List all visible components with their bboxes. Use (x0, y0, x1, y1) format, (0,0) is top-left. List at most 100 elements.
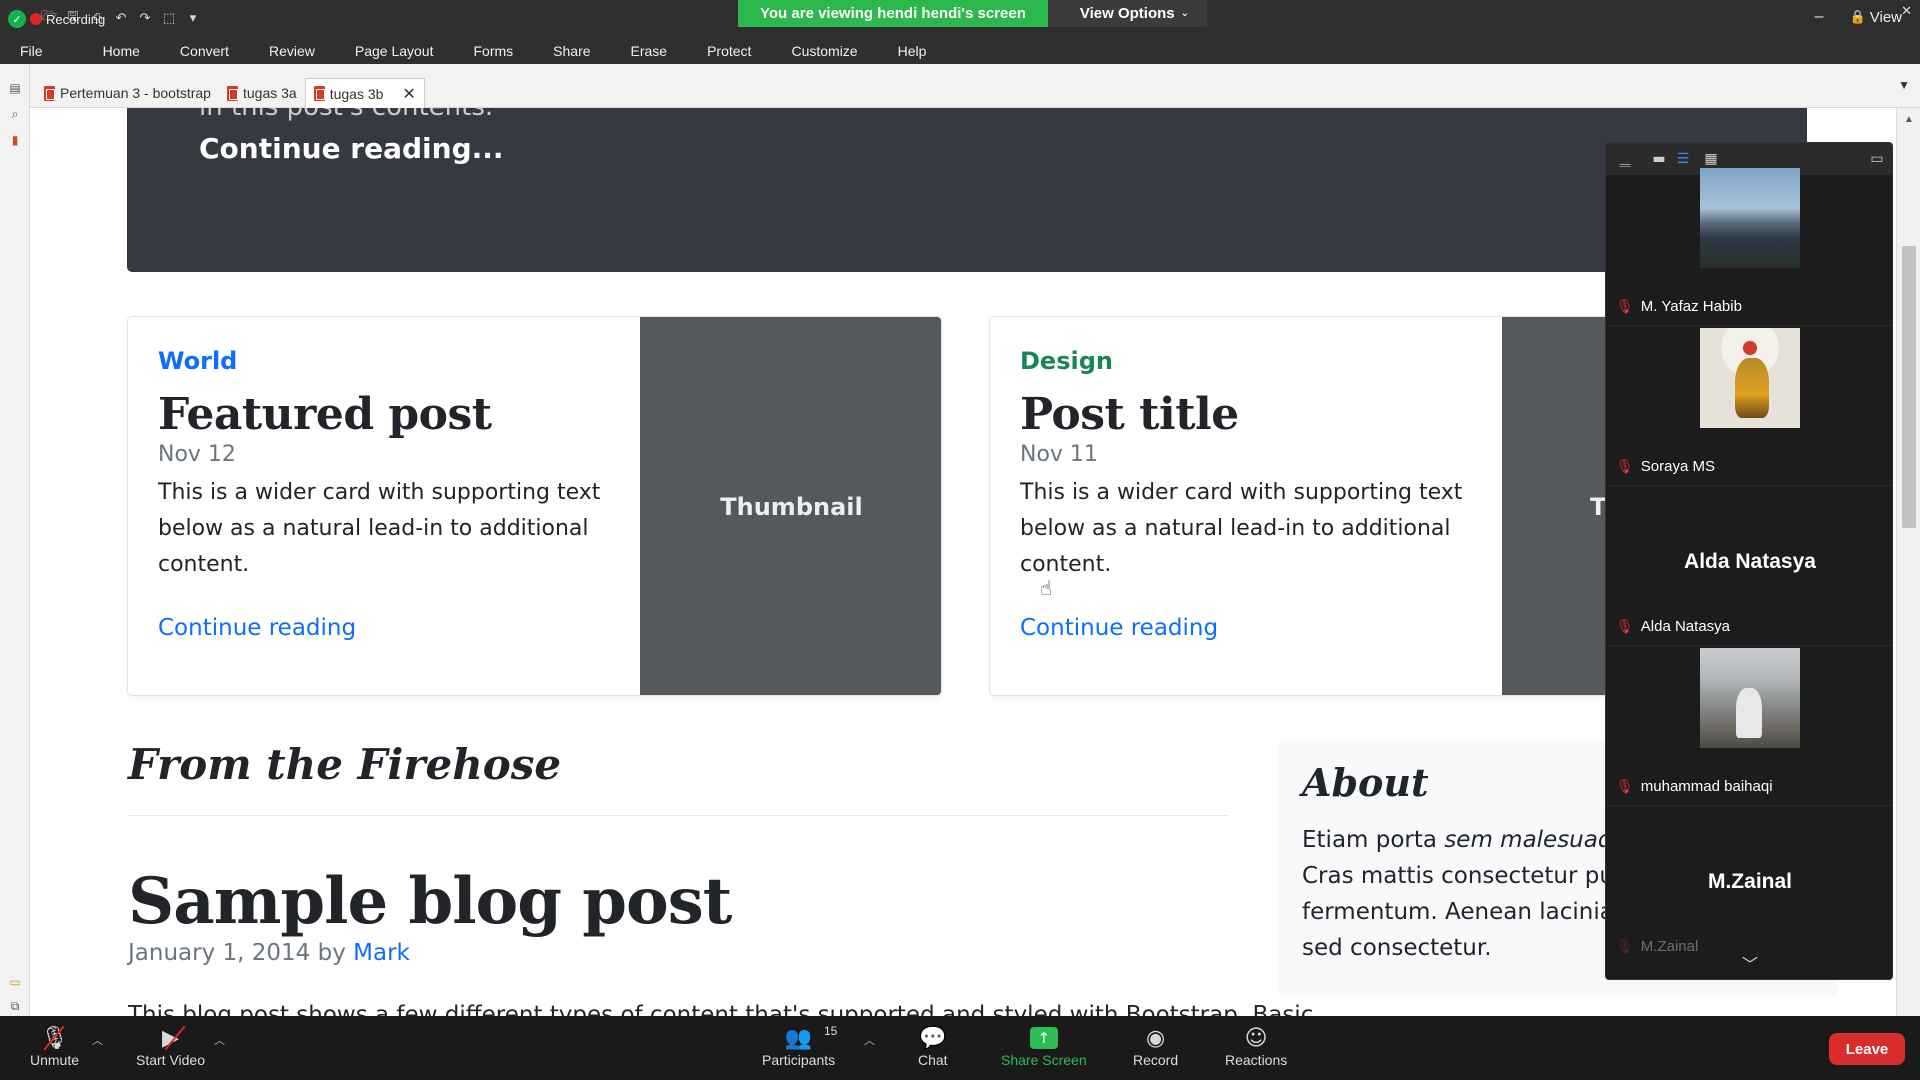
tab-tugas-3a[interactable]: tugas 3a (219, 78, 305, 108)
participant-tile[interactable]: Alda Natasya 🎙 Alda Natasya (1606, 485, 1892, 643)
audio-options-caret-icon[interactable]: ︿ (92, 1032, 103, 1048)
scroll-down-chevron-icon[interactable]: ﹀ (1606, 951, 1892, 975)
search-icon[interactable]: ⌕ (7, 106, 23, 122)
tab-list-dropdown-icon[interactable]: ▼ (1898, 78, 1910, 92)
close-icon[interactable]: ✕ (1901, 4, 1912, 19)
menu-bar: File Home Convert Review Page Layout For… (0, 38, 946, 64)
hero-banner: in this post's contents. Continue readin… (127, 108, 1807, 272)
pdf-file-icon (226, 85, 238, 101)
participant-label: 🎙 muhammad baihaqi (1616, 778, 1773, 795)
view-button[interactable]: 🔒 View (1850, 9, 1902, 26)
blog-post-first-line: This blog post shows a few different typ… (128, 1002, 1314, 1016)
scroll-up-icon[interactable]: ▲ (1904, 114, 1914, 125)
pdf-file-icon (44, 85, 55, 101)
tab-tugas-3b[interactable]: tugas 3b ✕ (304, 78, 425, 108)
video-options-caret-icon[interactable]: ︿ (214, 1032, 225, 1048)
about-heading: About (1302, 760, 1429, 805)
participants-label: Participants (762, 1052, 836, 1068)
menu-home[interactable]: Home (63, 43, 160, 59)
share-screen-button[interactable]: ↑ Share Screen (1001, 1024, 1087, 1068)
comments-icon[interactable]: ▭ (7, 974, 23, 990)
card-continue-link[interactable]: Continue reading (1020, 615, 1490, 641)
firehose-heading: From the Firehose (128, 740, 562, 789)
hero-continue-reading-link[interactable]: Continue reading... (199, 132, 504, 165)
attachments-icon[interactable]: ⧉ (7, 998, 23, 1014)
leave-button[interactable]: Leave (1829, 1033, 1905, 1065)
card-date: Nov 12 (158, 442, 236, 467)
muted-mic-icon: 🎙 (1616, 778, 1634, 795)
chevron-down-icon: ⌄ (1180, 8, 1190, 19)
share-screen-label: Share Screen (1001, 1052, 1087, 1068)
undo-icon[interactable]: ↶ (112, 9, 130, 27)
reaction-smiley-icon: ☺ (1244, 1025, 1268, 1051)
card-date: Nov 11 (1020, 442, 1098, 467)
view-options-label: View Options (1079, 5, 1175, 22)
participant-name-placeholder: Alda Natasya (1684, 550, 1816, 573)
customize-toolbar-icon[interactable]: ▾ (184, 9, 202, 27)
redo-icon[interactable]: ↷ (136, 9, 154, 27)
participant-label: 🎙 M. Yafaz Habib (1616, 298, 1742, 315)
page-thumbnails-icon[interactable]: ▤ (7, 80, 23, 96)
tab-pertemuan-3[interactable]: Pertemuan 3 - bootstrap (36, 78, 219, 108)
record-label: Record (1133, 1052, 1179, 1068)
pdf-file-icon (313, 86, 325, 101)
participant-photo-mountains (1700, 168, 1800, 268)
record-dot-icon (30, 13, 42, 25)
participant-tile[interactable]: 🎙 muhammad baihaqi (1606, 645, 1892, 803)
meeting-controls-bar: 🎙 Unmute ︿ ▶ Start Video ︿ 👥 15 Particip… (0, 1016, 1920, 1080)
lock-icon: 🔒 (1849, 9, 1866, 25)
reactions-button[interactable]: ☺ Reactions (1225, 1024, 1288, 1069)
select-tool-icon[interactable]: ⬚ (160, 9, 178, 27)
scrollbar-thumb[interactable] (1902, 246, 1916, 528)
record-icon: ◉ (1145, 1025, 1166, 1051)
blog-post-author-link[interactable]: Mark (353, 940, 410, 966)
unmute-button[interactable]: 🎙 Unmute (30, 1024, 79, 1069)
tab-label: tugas 3a (242, 85, 297, 101)
participant-label: 🎙 Soraya MS (1616, 458, 1715, 475)
view-options-button[interactable]: View Options ⌄ (1047, 0, 1208, 27)
participant-photo-person (1700, 648, 1800, 748)
menu-protect[interactable]: Protect (687, 43, 771, 59)
card-continue-link[interactable]: Continue reading (158, 615, 628, 641)
hero-text-fragment: in this post's contents. (199, 108, 493, 122)
participant-tile[interactable]: M.Zainal 🎙 M.Zainal (1606, 805, 1892, 963)
left-tools-strip: ▤ ⌕ ▮ ▭ ⧉ (0, 64, 30, 1016)
share-screen-icon: ↑ (1029, 1024, 1058, 1052)
reactions-label: Reactions (1225, 1052, 1288, 1068)
blog-post-date: January 1, 2014 by (128, 940, 346, 966)
minimize-icon[interactable]: – (1815, 8, 1824, 26)
document-scrollbar[interactable]: ▲ (1896, 108, 1920, 1016)
menu-customize[interactable]: Customize (771, 43, 877, 59)
menu-convert[interactable]: Convert (160, 43, 249, 59)
menu-file[interactable]: File (0, 43, 63, 59)
participant-name: muhammad baihaqi (1640, 778, 1773, 795)
participant-tile[interactable]: 🎙 Soraya MS (1606, 325, 1892, 483)
participant-name-placeholder: M.Zainal (1707, 870, 1792, 893)
chat-label: Chat (918, 1052, 948, 1068)
participant-label: 🎙 Alda Natasya (1616, 618, 1730, 635)
viewing-screen-label: You are viewing hendi hendi's screen (738, 0, 1048, 27)
participant-tile[interactable]: 🎙 M. Yafaz Habib (1606, 165, 1892, 323)
card-title: Featured post (158, 389, 492, 440)
participants-button[interactable]: 👥 15 Participants (762, 1024, 837, 1068)
video-off-camera-icon: ▶ (162, 1025, 179, 1051)
chat-button[interactable]: 💬 Chat (918, 1024, 948, 1069)
bookmark-icon[interactable]: ▮ (7, 132, 23, 148)
screen-share-banner: You are viewing hendi hendi's screen Vie… (738, 0, 1208, 27)
participant-name: M. Yafaz Habib (1640, 298, 1742, 315)
record-button[interactable]: ◉ Record (1133, 1024, 1179, 1069)
menu-help[interactable]: Help (878, 43, 947, 59)
menu-review[interactable]: Review (249, 43, 335, 59)
menu-page-layout[interactable]: Page Layout (335, 43, 454, 59)
menu-share[interactable]: Share (533, 43, 610, 59)
card-category: Design (1020, 347, 1113, 375)
participants-caret-icon[interactable]: ︿ (864, 1032, 875, 1048)
blog-post-meta: January 1, 2014 by Mark (128, 940, 410, 966)
start-video-button[interactable]: ▶ Start Video (136, 1024, 206, 1069)
close-tab-icon[interactable]: ✕ (402, 84, 415, 104)
tab-label: tugas 3b (329, 85, 384, 102)
participant-name: Soraya MS (1640, 458, 1715, 475)
menu-erase[interactable]: Erase (611, 43, 688, 59)
menu-forms[interactable]: Forms (453, 43, 533, 59)
start-video-label: Start Video (136, 1052, 206, 1068)
